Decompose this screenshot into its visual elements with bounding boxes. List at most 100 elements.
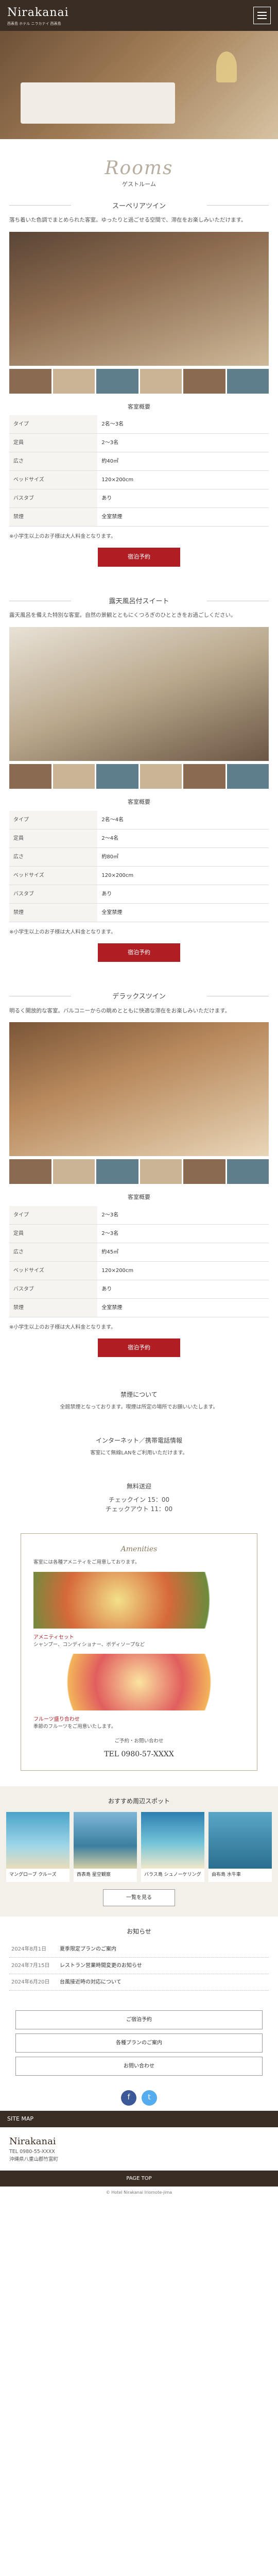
spec-value: 全室禁煙 — [97, 903, 269, 922]
thumbnail[interactable] — [53, 764, 95, 789]
spots-more-button[interactable]: 一覧を見る — [103, 1889, 175, 1906]
room-thumbnails — [9, 1159, 269, 1184]
rooms-title-ja: ゲストルーム — [122, 181, 156, 188]
spec-value: あり — [97, 489, 269, 509]
footer-tel[interactable]: TEL 0980-55-XXXX — [9, 2148, 269, 2156]
thumbnail[interactable] — [53, 368, 95, 394]
spec-key: バスタブ — [9, 1280, 98, 1299]
news-headline[interactable]: 台風接近時の対応について — [60, 1978, 121, 1986]
menu-line-icon — [257, 15, 267, 16]
reserve-button[interactable]: 宿泊予約 — [98, 1338, 180, 1358]
news-date: 2024年8月1日 — [11, 1946, 47, 1952]
thumbnail[interactable] — [96, 1159, 138, 1184]
room-note: ※小学生以上のお子様は大人料金となります。 — [9, 1324, 116, 1330]
thumbnail[interactable] — [53, 1159, 95, 1184]
page-top-button[interactable]: PAGE TOP — [0, 2170, 278, 2187]
spec-key: タイプ — [9, 415, 98, 434]
link-contact[interactable]: お問い合わせ — [15, 2056, 263, 2076]
link-reservation[interactable]: ご宿泊予約 — [15, 2010, 263, 2029]
spec-row: 広さ 約40㎡ — [9, 452, 269, 471]
spec-value: 約45㎡ — [97, 1243, 269, 1262]
spot-image[interactable] — [6, 1812, 70, 1869]
spot-card[interactable]: 由布島 水牛車 — [208, 1812, 272, 1882]
spot-caption[interactable]: マングローブ クルーズ — [6, 1869, 70, 1882]
facebook-icon[interactable]: f — [121, 2090, 136, 2106]
spot-image[interactable] — [141, 1812, 204, 1869]
hero-image — [0, 31, 278, 139]
amenity-text-1: シャンプー、コンディショナー、ボディソープなど — [33, 1641, 145, 1648]
spec-key: タイプ — [9, 1206, 98, 1225]
spec-key: ベッドサイズ — [9, 1261, 98, 1280]
spot-caption[interactable]: 由布島 水牛車 — [208, 1869, 272, 1882]
spec-row: 定員 2〜4名 — [9, 829, 269, 848]
spec-row: タイプ 2〜3名 — [9, 1206, 269, 1225]
thumbnail[interactable] — [140, 368, 182, 394]
spec-table: タイプ 2名〜4名 定員 2〜4名 広さ 約80㎡ ベッドサイズ 120×200cm バスタブあ… — [9, 810, 269, 922]
spot-card[interactable]: バラス島 シュノーケリング — [141, 1812, 204, 1882]
spec-key: バスタブ — [9, 489, 98, 509]
thumbnail[interactable] — [96, 368, 138, 394]
spot-image[interactable] — [74, 1812, 137, 1869]
news-row[interactable]: 2024年6月20日 台風接近時の対応について — [9, 1974, 269, 1991]
news-headline[interactable]: 夏季限定プランのご案内 — [60, 1945, 116, 1953]
thumbnail[interactable] — [183, 764, 225, 789]
room-section: 露天風呂付スイート 露天風呂を備えた特別な客室。自然の景観とともにくつろぎのひと… — [0, 589, 278, 985]
thumbnail[interactable] — [227, 764, 269, 789]
spec-row: バスタブ あり — [9, 1280, 269, 1299]
spec-value: 2〜4名 — [97, 829, 269, 848]
logo[interactable]: Nirakanai 西表島 ホテル ニラカナイ 西表島 — [7, 4, 69, 27]
thumbnail[interactable] — [140, 1159, 182, 1184]
thumbnail[interactable] — [96, 764, 138, 789]
room-name: デラックスツイン — [9, 985, 269, 1007]
thumbnail[interactable] — [183, 368, 225, 394]
sitemap-bar[interactable]: SITE MAP — [0, 2110, 278, 2128]
news-date: 2024年7月15日 — [11, 1962, 50, 1969]
spec-row: ベッドサイズ 120×200cm — [9, 1261, 269, 1280]
room-name: 露天風呂付スイート — [9, 589, 269, 612]
spec-value: あり — [97, 1280, 269, 1299]
spot-caption[interactable]: バラス島 シュノーケリング — [141, 1869, 204, 1882]
news-row[interactable]: 2024年8月1日 夏季限定プランのご案内 — [9, 1941, 269, 1958]
spec-table: タイプ 2〜3名 定員 2〜3名 広さ 約45㎡ ベッドサイズ 120×200cm バスタブ あり… — [9, 1206, 269, 1317]
room-section: スーペリアツイン 落ち着いた色調でまとめられた客室。ゆったりと過ごせる空間で、滞… — [0, 194, 278, 589]
info-text: 客室にて無線LANをご利用いただけます。 — [90, 1450, 188, 1456]
thumbnail[interactable] — [227, 368, 269, 394]
room-thumbnails — [9, 764, 269, 789]
thumbnail[interactable] — [9, 1159, 51, 1184]
contact-tel[interactable]: TEL 0980-57-XXXX — [33, 1749, 245, 1760]
thumbnail[interactable] — [9, 764, 51, 789]
spec-key: 広さ — [9, 452, 98, 471]
spot-caption[interactable]: 西表島 星空観察 — [74, 1869, 137, 1882]
spec-row: 禁煙 全室禁煙 — [9, 1298, 269, 1317]
amenity-image-1 — [33, 1571, 245, 1629]
reserve-button[interactable]: 宿泊予約 — [98, 548, 180, 567]
room-thumbnails — [9, 368, 269, 394]
spec-value: 2名〜4名 — [97, 810, 269, 829]
info-title: 無料送迎 — [126, 1483, 151, 1490]
thumbnail[interactable] — [227, 1159, 269, 1184]
spec-row: バスタブ あり — [9, 885, 269, 904]
thumbnail[interactable] — [183, 1159, 225, 1184]
news-row[interactable]: 2024年7月15日 レストラン営業時間変更のお知らせ — [9, 1958, 269, 1974]
spec-value: 120×200cm — [97, 1261, 269, 1280]
thumbnail[interactable] — [9, 368, 51, 394]
spot-card[interactable]: マングローブ クルーズ — [6, 1812, 70, 1882]
hero-bed — [21, 82, 175, 124]
room-section: デラックスツイン 明るく開放的な客室。バルコニーからの眺めとともに快適な滞在をお… — [0, 985, 278, 1380]
reserve-button[interactable]: 宿泊予約 — [98, 943, 180, 962]
copyright: © Hotel Nirakanai Iriomote-jima — [106, 2190, 172, 2195]
spot-image[interactable] — [208, 1812, 272, 1869]
thumbnail[interactable] — [140, 764, 182, 789]
info-title: インターネット／携帯電話情報 — [95, 1437, 182, 1445]
spot-card[interactable]: 西表島 星空観察 — [74, 1812, 137, 1882]
room-note: ※小学生以上のお子様は大人料金となります。 — [9, 929, 116, 935]
link-plans[interactable]: 各種プランのご案内 — [15, 2033, 263, 2053]
spec-key: タイプ — [9, 810, 98, 829]
news-headline[interactable]: レストラン営業時間変更のお知らせ — [60, 1962, 142, 1970]
twitter-icon[interactable]: t — [142, 2090, 157, 2106]
logo-name[interactable]: Nirakanai — [7, 4, 69, 21]
info-transfer: 無料送迎 チェックイン 15：00 チェックアウト 11：00 — [0, 1471, 278, 1528]
menu-button[interactable] — [253, 7, 271, 24]
spec-value: 2〜3名 — [97, 1206, 269, 1225]
logo-subtitle: 西表島 ホテル ニラカナイ 西表島 — [7, 22, 61, 26]
